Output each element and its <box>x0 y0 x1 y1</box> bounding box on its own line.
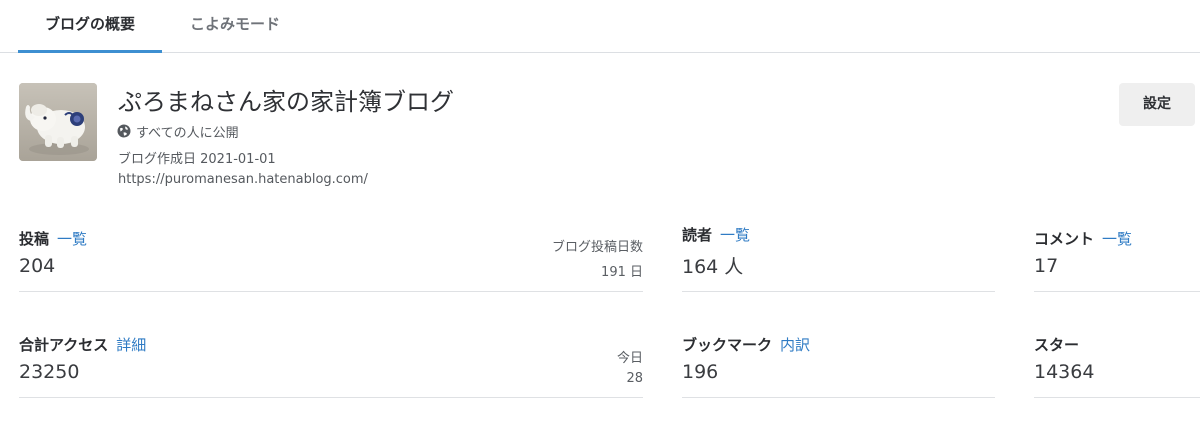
blog-created-date: ブログ作成日 2021-01-01 <box>118 152 276 167</box>
stat-posts-header: 投稿 一覧 <box>19 228 87 249</box>
stat-comments-label: コメント <box>1034 230 1095 248</box>
divider <box>682 397 995 398</box>
tab-koyomi-label: こよみモード <box>189 15 280 33</box>
stat-total-access: 合計アクセス 詳細 23250 今日 28 <box>19 334 643 398</box>
blog-avatar[interactable] <box>19 83 97 161</box>
access-details-link[interactable]: 詳細 <box>116 336 146 354</box>
bookmark-breakdown-link[interactable]: 内訳 <box>780 336 810 354</box>
globe-icon <box>117 124 131 138</box>
today-value: 28 <box>626 371 643 386</box>
stat-readers-value: 164 人 <box>682 256 744 278</box>
tab-overview[interactable]: ブログの概要 <box>18 0 162 53</box>
divider <box>1034 291 1200 292</box>
divider <box>682 291 995 292</box>
posts-list-link[interactable]: 一覧 <box>57 230 87 248</box>
tab-koyomi-mode[interactable]: こよみモード <box>172 0 298 52</box>
stat-star-label: スター <box>1034 336 1080 354</box>
divider <box>1034 397 1200 398</box>
stat-bookmarks: ブックマーク 内訳 196 <box>682 334 995 398</box>
stat-bookmark-value: 196 <box>682 361 719 383</box>
posting-days-label: ブログ投稿日数 <box>551 240 643 255</box>
blog-url[interactable]: https://puromanesan.hatenablog.com/ <box>118 172 368 187</box>
blog-title[interactable]: ぷろまねさん家の家計簿ブログ <box>118 82 454 117</box>
divider <box>19 291 643 292</box>
stat-stars: スター 14364 <box>1034 334 1200 398</box>
readers-list-link[interactable]: 一覧 <box>720 226 750 244</box>
today-label: 今日 <box>616 351 643 366</box>
stat-access-value: 23250 <box>19 361 80 383</box>
stat-posts: 投稿 一覧 204 ブログ投稿日数 191 日 <box>19 228 643 292</box>
stat-star-value: 14364 <box>1034 361 1095 383</box>
tab-overview-label: ブログの概要 <box>44 15 135 33</box>
stat-bookmark-header: ブックマーク 内訳 <box>682 334 810 355</box>
stat-star-header: スター <box>1034 334 1079 355</box>
stat-comments: コメント 一覧 17 <box>1034 228 1200 292</box>
posting-days-value: 191 日 <box>601 265 643 280</box>
comments-list-link[interactable]: 一覧 <box>1102 230 1132 248</box>
stat-readers-label: 読者 <box>682 226 713 244</box>
tab-bar: ブログの概要 こよみモード <box>0 0 1200 53</box>
stat-comments-header: コメント 一覧 <box>1034 228 1132 249</box>
stat-comments-value: 17 <box>1034 255 1059 277</box>
stat-access-header: 合計アクセス 詳細 <box>19 334 146 355</box>
stat-readers-header: 読者 一覧 <box>682 224 750 245</box>
active-tab-indicator <box>18 50 162 53</box>
stat-readers: 読者 一覧 164 人 <box>682 224 995 292</box>
visibility-status: すべての人に公開 <box>117 122 239 141</box>
divider <box>19 397 643 398</box>
stat-posts-value: 204 <box>19 255 56 277</box>
settings-button[interactable]: 設定 <box>1119 83 1195 126</box>
elephant-figurine-image <box>19 83 97 161</box>
blog-dashboard: ブログの概要 こよみモード ぷろまねさん家の家計簿ブログ すべての人に公開 ブロ… <box>0 0 1200 431</box>
stat-bookmark-label: ブックマーク <box>682 336 773 354</box>
stat-posts-label: 投稿 <box>19 230 50 248</box>
visibility-label: すべての人に公開 <box>136 125 239 141</box>
stat-access-label: 合計アクセス <box>19 336 109 354</box>
